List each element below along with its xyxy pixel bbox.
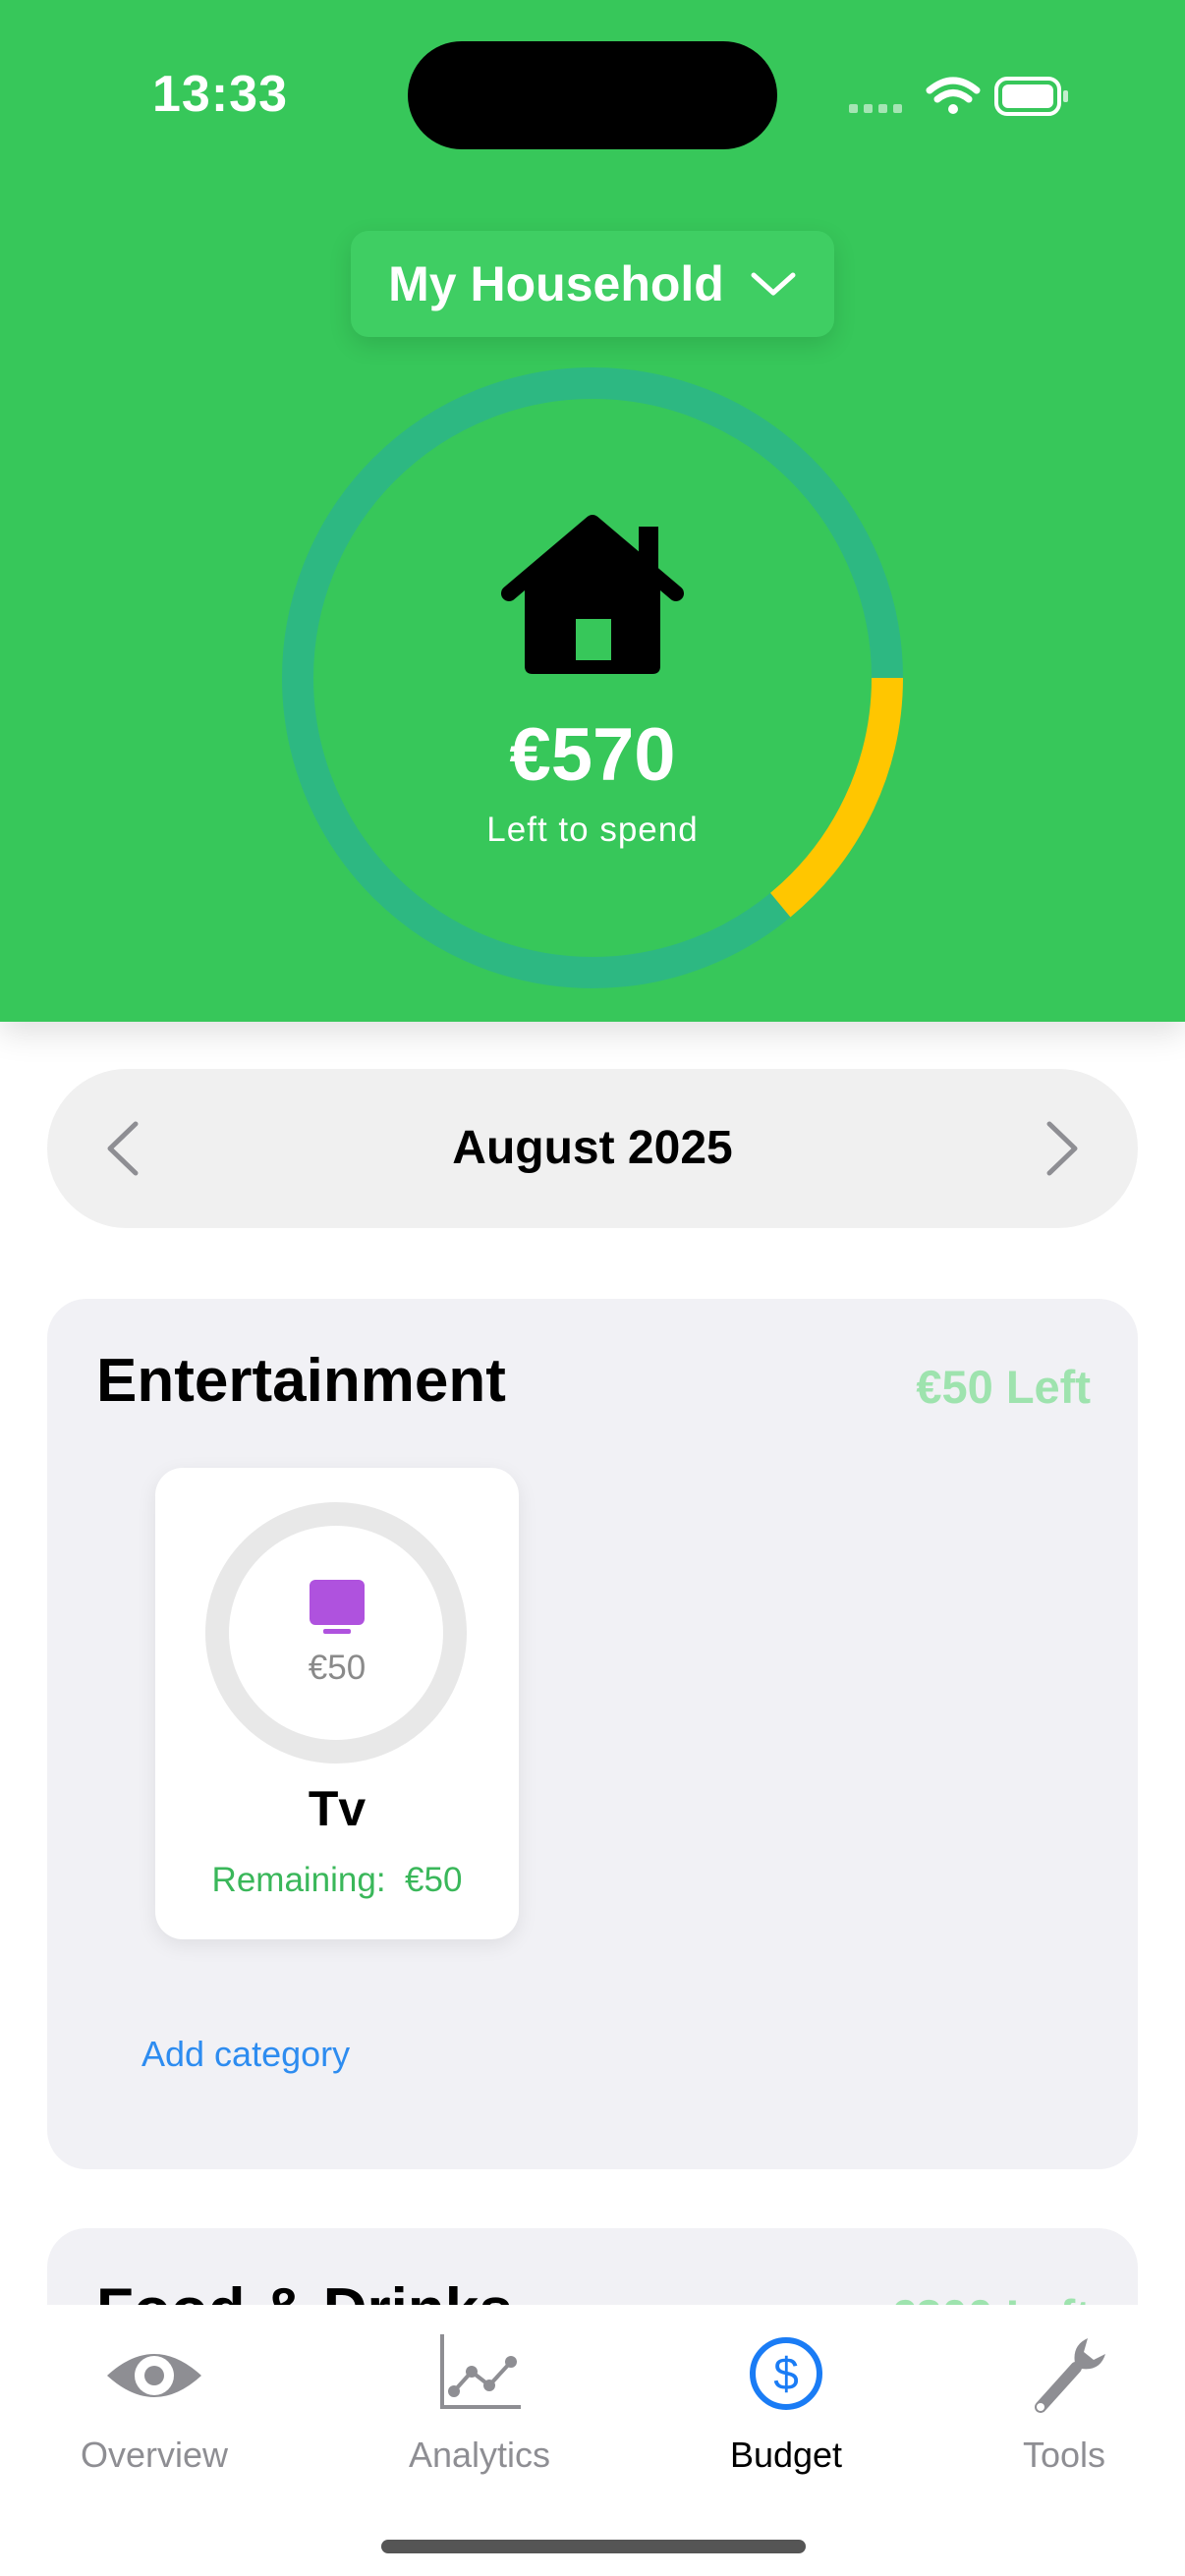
remaining-label: Remaining: — [211, 1861, 386, 1899]
svg-text:$: $ — [773, 2348, 799, 2399]
house-icon — [501, 515, 684, 674]
remaining-value: €50 — [405, 1861, 463, 1899]
budget-ring — [282, 367, 903, 988]
left-to-spend-label: Left to spend — [486, 811, 699, 849]
tab-tools[interactable]: Tools — [946, 2328, 1182, 2476]
tab-label: Tools — [1022, 2435, 1106, 2475]
chevron-down-icon — [751, 272, 796, 296]
chevron-right-icon[interactable] — [1030, 1118, 1089, 1179]
dollar-circle-icon: $ — [750, 2337, 822, 2410]
left-to-spend-amount: €570 — [509, 713, 676, 797]
tab-budget[interactable]: $ Budget — [668, 2328, 904, 2476]
category-name: Tv — [308, 1781, 367, 1836]
dynamic-island — [408, 41, 777, 149]
category-remaining: Remaining: €50 — [155, 1861, 519, 1900]
tab-label: Budget — [729, 2435, 843, 2475]
home-indicator — [381, 2540, 806, 2553]
budget-header: 13:33 My Household €570 Left to spend — [0, 0, 1185, 1022]
group-left-amount: €50 Left — [916, 1361, 1091, 1413]
household-label: My Household — [388, 256, 724, 311]
status-icons — [849, 77, 1068, 116]
battery-icon — [994, 77, 1068, 116]
tab-label: Analytics — [408, 2435, 551, 2475]
tab-analytics[interactable]: Analytics — [362, 2328, 597, 2476]
group-title: Entertainment — [96, 1347, 506, 1415]
current-month: August 2025 — [452, 1122, 733, 1174]
tab-label: Overview — [80, 2435, 229, 2475]
eye-icon — [107, 2354, 201, 2397]
tab-bar: Overview Analytics $ Budget Tools — [0, 2305, 1185, 2576]
month-navigator: August 2025 — [47, 1069, 1138, 1228]
category-amount: €50 — [308, 1649, 367, 1687]
status-time: 13:33 — [152, 66, 288, 123]
category-tile-tv[interactable]: €50 Tv Remaining: €50 — [155, 1468, 519, 1939]
household-selector[interactable]: My Household — [351, 231, 834, 337]
category-group-entertainment: Entertainment €50 Left €50 Tv Remaining:… — [47, 1299, 1138, 2169]
add-category-link[interactable]: Add category — [141, 2034, 350, 2075]
wrench-icon — [1035, 2338, 1105, 2413]
tab-overview[interactable]: Overview — [36, 2328, 272, 2476]
cellular-signal-icon — [849, 104, 902, 113]
tv-icon — [310, 1580, 365, 1634]
wifi-icon — [926, 77, 981, 114]
chart-icon — [440, 2334, 521, 2409]
